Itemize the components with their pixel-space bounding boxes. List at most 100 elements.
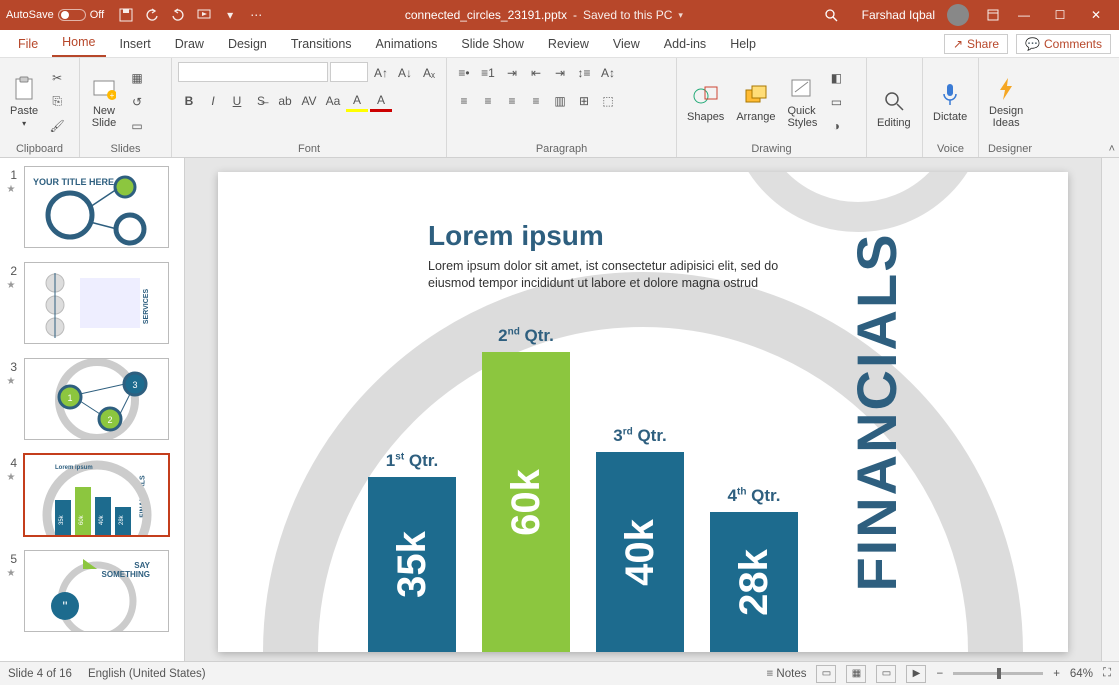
tab-addins[interactable]: Add-ins: [654, 33, 716, 57]
vertical-title[interactable]: FINANCIALS: [844, 232, 909, 591]
case-icon[interactable]: Aa: [322, 90, 344, 112]
new-slide-button[interactable]: + New Slide: [86, 73, 122, 131]
zoom-level[interactable]: 64%: [1070, 668, 1093, 680]
zoom-in-icon[interactable]: +: [1053, 668, 1060, 680]
indent-icon[interactable]: ⇥: [549, 62, 571, 84]
slide-canvas-area[interactable]: FINANCIALS Lorem ipsum Lorem ipsum dolor…: [185, 158, 1101, 661]
numbering-icon[interactable]: ≡1: [477, 62, 499, 84]
shape-outline-icon[interactable]: ▭: [825, 91, 847, 113]
zoom-out-icon[interactable]: −: [936, 668, 943, 680]
align-right-icon[interactable]: ≡: [501, 90, 523, 112]
thumbnail-5[interactable]: 5★ " SAYSOMETHING: [4, 550, 180, 632]
align-center-icon[interactable]: ≡: [477, 90, 499, 112]
qat-more-icon[interactable]: ⋯: [248, 7, 264, 23]
maximize-button[interactable]: ☐: [1043, 0, 1077, 30]
slide-body-text[interactable]: Lorem ipsum dolor sit amet, ist consecte…: [428, 258, 798, 292]
format-painter-icon[interactable]: 🖌: [46, 115, 68, 137]
thumbnail-2[interactable]: 2★ SERVICES: [4, 262, 180, 344]
strike-icon[interactable]: S̶: [250, 90, 272, 112]
share-button[interactable]: ↗Share: [944, 34, 1008, 54]
comments-button[interactable]: 💬Comments: [1016, 34, 1111, 54]
bar-2[interactable]: 2nd Qtr.60k: [482, 326, 570, 652]
italic-icon[interactable]: I: [202, 90, 224, 112]
file-tab[interactable]: File: [8, 33, 48, 57]
arrange-button[interactable]: Arrange: [732, 79, 779, 125]
slide-heading[interactable]: Lorem ipsum: [428, 220, 604, 252]
justify-icon[interactable]: ≡: [525, 90, 547, 112]
tab-help[interactable]: Help: [720, 33, 766, 57]
layout-icon[interactable]: ▦: [126, 67, 148, 89]
align-text-icon[interactable]: ⊞: [573, 90, 595, 112]
tab-animations[interactable]: Animations: [366, 33, 448, 57]
autosave-toggle[interactable]: [58, 9, 86, 21]
text-direction-icon[interactable]: A↕: [597, 62, 619, 84]
shape-fill-icon[interactable]: ◧: [825, 67, 847, 89]
quick-styles-button[interactable]: Quick Styles: [783, 73, 821, 131]
shadow-icon[interactable]: ab: [274, 90, 296, 112]
bullets-icon[interactable]: ≡•: [453, 62, 475, 84]
highlight-icon[interactable]: A: [346, 90, 368, 112]
underline-icon[interactable]: U: [226, 90, 248, 112]
undo-icon[interactable]: [144, 7, 160, 23]
shapes-button[interactable]: Shapes: [683, 79, 728, 125]
minimize-button[interactable]: —: [1007, 0, 1041, 30]
thumbnail-3[interactable]: 3★ 132: [4, 358, 180, 440]
tab-slideshow[interactable]: Slide Show: [451, 33, 534, 57]
cut-icon[interactable]: ✂: [46, 67, 68, 89]
save-icon[interactable]: [118, 7, 134, 23]
ribbon-display-icon[interactable]: [985, 7, 1001, 23]
slide-canvas[interactable]: FINANCIALS Lorem ipsum Lorem ipsum dolor…: [218, 172, 1068, 652]
zoom-slider[interactable]: [953, 672, 1043, 675]
notes-button[interactable]: ≡ Notes: [767, 668, 807, 680]
user-avatar[interactable]: [947, 4, 969, 26]
smartart-icon[interactable]: ⬚: [597, 90, 619, 112]
redo-icon[interactable]: [170, 7, 186, 23]
outdent-icon[interactable]: ⇤: [525, 62, 547, 84]
collapse-ribbon-icon[interactable]: ˄: [1109, 143, 1115, 155]
reading-view-icon[interactable]: ▭: [876, 665, 896, 683]
decrease-font-icon[interactable]: A↓: [394, 62, 416, 84]
clear-format-icon[interactable]: Aₓ: [418, 62, 440, 84]
sorter-view-icon[interactable]: ▦: [846, 665, 866, 683]
section-icon[interactable]: ▭: [126, 115, 148, 137]
bar-chart[interactable]: 1st Qtr.35k 2nd Qtr.60k 3rd Qtr.40k 4th Qtr…: [368, 326, 798, 652]
normal-view-icon[interactable]: ▭: [816, 665, 836, 683]
start-from-beginning-icon[interactable]: [196, 7, 212, 23]
reset-icon[interactable]: ↺: [126, 91, 148, 113]
tab-design[interactable]: Design: [218, 33, 277, 57]
slideshow-view-icon[interactable]: ▶: [906, 665, 926, 683]
thumbnail-4[interactable]: 4★ FINANCIALS 35k 60k 40k 28k Lorem ipsu…: [4, 454, 180, 536]
bar-3[interactable]: 3rd Qtr.40k: [596, 426, 684, 652]
shape-effects-icon[interactable]: ◑: [825, 115, 847, 137]
increase-font-icon[interactable]: A↑: [370, 62, 392, 84]
copy-icon[interactable]: ⎘: [46, 91, 68, 113]
fit-to-window-icon[interactable]: ⛶: [1103, 667, 1111, 680]
columns-icon[interactable]: ▥: [549, 90, 571, 112]
search-icon[interactable]: [824, 8, 838, 22]
language-status[interactable]: English (United States): [88, 668, 206, 680]
bar-4[interactable]: 4th Qtr.28k: [710, 486, 798, 652]
editing-button[interactable]: Editing: [873, 85, 915, 131]
tab-review[interactable]: Review: [538, 33, 599, 57]
design-ideas-button[interactable]: Design Ideas: [985, 73, 1027, 131]
tab-draw[interactable]: Draw: [165, 33, 214, 57]
list-level-icon[interactable]: ⇥: [501, 62, 523, 84]
bar-1[interactable]: 1st Qtr.35k: [368, 451, 456, 652]
font-color-icon[interactable]: A: [370, 90, 392, 112]
tab-insert[interactable]: Insert: [110, 33, 161, 57]
spacing-icon[interactable]: AV: [298, 90, 320, 112]
touch-mode-icon[interactable]: ▾: [222, 7, 238, 23]
font-name-input[interactable]: [178, 62, 328, 82]
vertical-scrollbar[interactable]: [1101, 158, 1119, 661]
close-button[interactable]: ✕: [1079, 0, 1113, 30]
dictate-button[interactable]: Dictate: [929, 79, 971, 125]
line-spacing-icon[interactable]: ↕≡: [573, 62, 595, 84]
tab-view[interactable]: View: [603, 33, 650, 57]
tab-home[interactable]: Home: [52, 31, 105, 57]
bold-icon[interactable]: B: [178, 90, 200, 112]
paste-button[interactable]: Paste▾: [6, 73, 42, 130]
align-left-icon[interactable]: ≡: [453, 90, 475, 112]
tab-transitions[interactable]: Transitions: [281, 33, 362, 57]
font-size-input[interactable]: [330, 62, 368, 82]
thumbnail-1[interactable]: 1★ YOUR TITLE HERE: [4, 166, 180, 248]
